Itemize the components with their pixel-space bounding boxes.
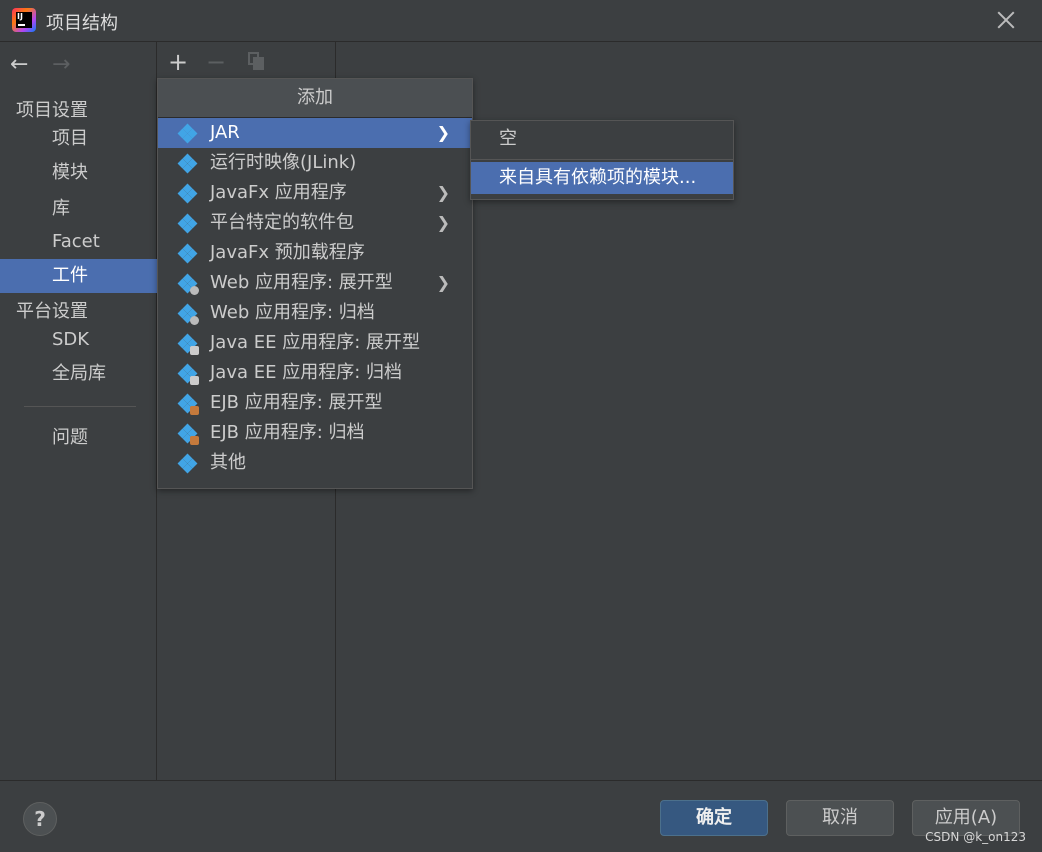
submenu-divider (471, 159, 733, 160)
ejb-archive-icon (177, 423, 199, 445)
sidebar-item-facets[interactable]: Facet (0, 225, 157, 259)
sidebar-item-libraries[interactable]: 库 (0, 192, 157, 226)
close-icon[interactable] (994, 8, 1018, 32)
menu-item-label: 运行时映像(JLink) (210, 152, 357, 173)
javafx-preloader-icon (177, 243, 198, 264)
nav-arrows: ← → (10, 52, 82, 77)
chevron-right-icon: ❯ (436, 123, 450, 142)
sidebar-divider (24, 406, 136, 407)
popup-header: 添加 (158, 79, 472, 118)
menu-item[interactable]: JavaFx 应用程序 ❯ (158, 178, 472, 208)
section-project-settings: 项目设置 (16, 100, 88, 121)
menu-item-label: EJB 应用程序: 归档 (210, 422, 365, 443)
submenu-item-from-modules[interactable]: 来自具有依赖项的模块... (471, 162, 733, 194)
ejb-exploded-icon (177, 393, 199, 415)
javaee-archive-icon (177, 363, 199, 385)
menu-item[interactable]: Web 应用程序: 展开型 ❯ (158, 268, 472, 298)
menu-item-label: Java EE 应用程序: 归档 (210, 362, 402, 383)
submenu-item-empty[interactable]: 空 (471, 121, 733, 157)
jar-submenu: 空 来自具有依赖项的模块... (470, 120, 734, 200)
menu-item[interactable]: Web 应用程序: 归档 (158, 298, 472, 328)
menu-item-label: JavaFx 预加载程序 (210, 242, 365, 263)
menu-item[interactable]: Java EE 应用程序: 归档 (158, 358, 472, 388)
menu-item[interactable]: EJB 应用程序: 归档 (158, 418, 472, 448)
section-platform-settings: 平台设置 (16, 301, 88, 322)
jar-artifact-icon (177, 123, 198, 144)
menu-item[interactable]: EJB 应用程序: 展开型 (158, 388, 472, 418)
settings-sidebar: ← → 项目设置 项目 模块 库 Facet 工件 平台设置 SDK 全局库 问题 (0, 42, 157, 780)
sidebar-item-sdks[interactable]: SDK (0, 323, 157, 357)
add-icon[interactable]: + (168, 48, 188, 76)
sidebar-item-global-libraries[interactable]: 全局库 (0, 357, 157, 391)
menu-item[interactable]: JavaFx 预加载程序 (158, 238, 472, 268)
remove-icon[interactable]: − (206, 48, 226, 76)
copy-icon[interactable] (248, 52, 264, 70)
dialog-button-bar: ? 确定 取消 应用(A) CSDN @k_on123 (0, 780, 1042, 852)
ok-button[interactable]: 确定 (660, 800, 768, 836)
menu-item-label: JavaFx 应用程序 (210, 182, 347, 203)
menu-item[interactable]: Java EE 应用程序: 展开型 (158, 328, 472, 358)
menu-item[interactable]: 平台特定的软件包 ❯ (158, 208, 472, 238)
sidebar-item-problems[interactable]: 问题 (0, 421, 157, 455)
sidebar-item-project[interactable]: 项目 (0, 122, 157, 156)
menu-item-label: 其他 (210, 452, 246, 473)
menu-item-label: Web 应用程序: 展开型 (210, 272, 393, 293)
window-title: 项目结构 (46, 13, 118, 34)
javafx-artifact-icon (177, 183, 198, 204)
chevron-right-icon: ❯ (436, 213, 450, 232)
menu-item-label: Java EE 应用程序: 展开型 (210, 332, 420, 353)
help-button[interactable]: ? (23, 802, 57, 836)
menu-item-label: Web 应用程序: 归档 (210, 302, 375, 323)
sidebar-item-artifacts[interactable]: 工件 (0, 259, 157, 293)
other-artifact-icon (177, 453, 198, 474)
platform-package-icon (177, 213, 198, 234)
cancel-button[interactable]: 取消 (786, 800, 894, 836)
forward-arrow-icon[interactable]: → (52, 52, 82, 77)
menu-item[interactable]: JAR ❯ (158, 118, 472, 148)
menu-item[interactable]: 其他 (158, 448, 472, 478)
menu-item-label: JAR (210, 122, 240, 143)
add-artifact-popup: 添加 JAR ❯ 运行时映像(JLink) JavaFx 应用程序 ❯ 平台特定的软件包 ❯… (157, 78, 473, 489)
intellij-logo-icon: IJ (12, 8, 36, 32)
web-app-exploded-icon (177, 273, 199, 295)
javaee-exploded-icon (177, 333, 199, 355)
back-arrow-icon[interactable]: ← (10, 52, 40, 77)
jlink-artifact-icon (177, 153, 198, 174)
sidebar-item-modules[interactable]: 模块 (0, 156, 157, 190)
watermark: CSDN @k_on123 (925, 830, 1026, 844)
chevron-right-icon: ❯ (436, 273, 450, 292)
chevron-right-icon: ❯ (436, 183, 450, 202)
menu-item[interactable]: 运行时映像(JLink) (158, 148, 472, 178)
web-app-archive-icon (177, 303, 199, 325)
menu-item-label: EJB 应用程序: 展开型 (210, 392, 383, 413)
title-bar: IJ 项目结构 (0, 0, 1042, 42)
menu-item-label: 平台特定的软件包 (210, 212, 354, 233)
